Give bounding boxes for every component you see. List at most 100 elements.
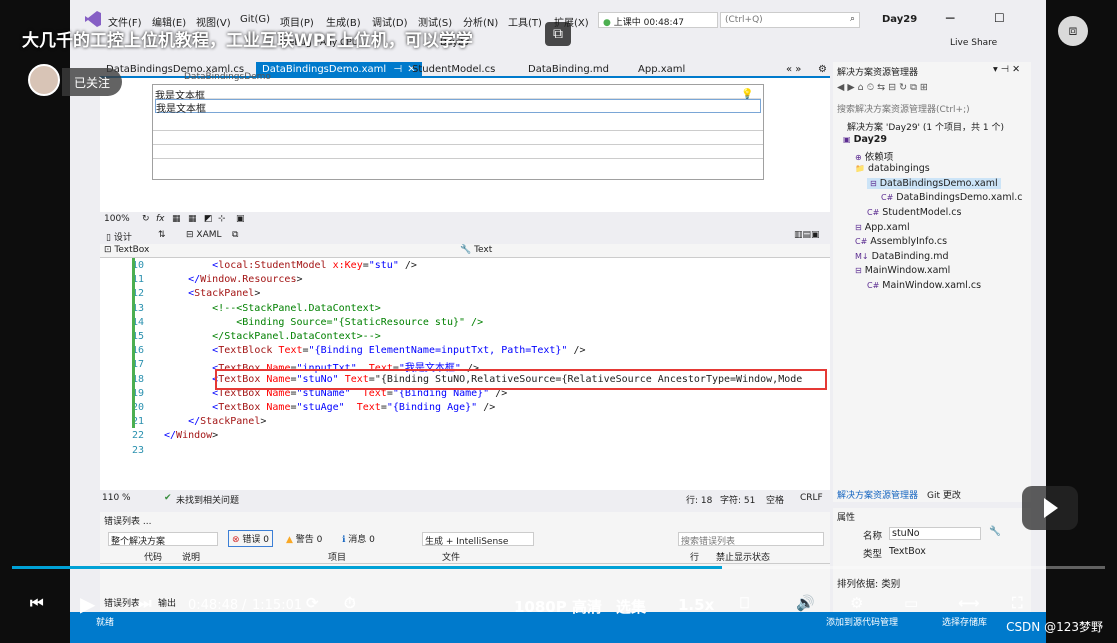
- col-line[interactable]: 行: [690, 550, 699, 563]
- solution-explorer-toolbar-icons[interactable]: ◀ ▶ ⌂ ⏲ ⇆ ⊟ ↻ ⧉ ⊞: [837, 82, 928, 93]
- errors-filter[interactable]: ⊗ 错误 0: [228, 530, 274, 547]
- warnings-filter[interactable]: ▲ 警告 0: [286, 532, 322, 545]
- speed-clock-icon[interactable]: ⏱: [344, 594, 356, 612]
- code-line[interactable]: <Binding Source="{StaticResource stu}" /…: [164, 317, 483, 328]
- split-view-icons[interactable]: ▥▤▣: [794, 230, 820, 240]
- volume-icon[interactable]: 🔊: [796, 594, 815, 612]
- view-switch-bar: ▯ 设计 ⇅ ⊟ XAML ⧉ ▥▤▣: [100, 228, 830, 244]
- align-icon[interactable]: ⊹: [218, 214, 226, 224]
- code-line[interactable]: <TextBlock Text="{Binding ElementName=in…: [164, 345, 585, 356]
- subtitle-icon[interactable]: ⎕: [740, 594, 749, 612]
- quality-button[interactable]: 1080P 高清: [514, 596, 602, 617]
- bottom-tab-git-changes[interactable]: Git 更改: [927, 488, 961, 501]
- solution-tree-item[interactable]: ⊟ MainWindow.xaml: [855, 265, 950, 276]
- episodes-button[interactable]: 选集: [616, 596, 646, 617]
- solution-tree-item[interactable]: ⊟ DataBindingsDemo.xaml: [867, 177, 1001, 189]
- search-box[interactable]: (Ctrl+Q) ⌕: [720, 12, 860, 28]
- solution-tree-item[interactable]: C# AssemblyInfo.cs: [855, 236, 947, 247]
- code-line[interactable]: <TextBox Name="stuAge" Text="{Binding Ag…: [164, 402, 495, 413]
- designer-textbox-row[interactable]: [153, 145, 763, 159]
- grid-icon[interactable]: ▦: [172, 214, 181, 224]
- solution-search-input[interactable]: 搜索解决方案资源管理器(Ctrl+;): [837, 102, 970, 115]
- code-line[interactable]: </StackPanel.DataContext>-->: [164, 331, 381, 342]
- loop-icon[interactable]: ⟳: [306, 594, 319, 612]
- designer-textblock[interactable]: 我是文本框: [155, 87, 761, 102]
- solution-tree-item[interactable]: M↓ DataBinding.md: [855, 251, 949, 262]
- design-tab[interactable]: ▯ 设计: [106, 230, 132, 243]
- code-line[interactable]: </Window>: [164, 430, 218, 441]
- xaml-tab[interactable]: ⊟ XAML: [186, 230, 222, 240]
- solution-tree-item[interactable]: 📁 databingings: [855, 163, 930, 174]
- minimize-button[interactable]: ─: [946, 11, 954, 27]
- eol-indicator: CRLF: [800, 493, 823, 503]
- col-file[interactable]: 文件: [442, 550, 460, 563]
- tab-studentmodel-cs[interactable]: StudentModel.cs: [406, 62, 501, 78]
- designer-textbox-row[interactable]: [153, 131, 763, 145]
- solution-tree-item[interactable]: C# DataBindingsDemo.xaml.c: [881, 192, 1023, 203]
- play-button[interactable]: ▶: [80, 592, 95, 616]
- code-line[interactable]: <StackPanel>: [164, 288, 260, 299]
- property-name-label: 名称: [863, 531, 883, 542]
- col-description[interactable]: 说明: [182, 550, 200, 563]
- messages-filter[interactable]: ℹ 消息 0: [342, 532, 375, 545]
- code-line[interactable]: <local:StudentModel x:Key="stu" />: [164, 260, 417, 271]
- solution-tree-item[interactable]: C# MainWindow.xaml.cs: [867, 280, 981, 291]
- wrench-icon[interactable]: 🔧: [989, 526, 1001, 537]
- solution-tree-item[interactable]: ⊕ 依赖项: [855, 149, 893, 163]
- screenshot-icon[interactable]: ⧈: [1058, 16, 1088, 46]
- play-overlay-button[interactable]: [1022, 486, 1078, 530]
- settings-icon[interactable]: ⚙: [850, 594, 863, 612]
- avatar[interactable]: [28, 64, 60, 96]
- tab-overflow-icon[interactable]: « »: [780, 62, 807, 78]
- refresh-icon[interactable]: ↻: [142, 214, 150, 224]
- col-project[interactable]: 项目: [328, 550, 346, 563]
- error-search-input[interactable]: 搜索错误列表: [678, 532, 824, 547]
- popout-icon[interactable]: ⧉: [232, 230, 238, 240]
- tab-pin-icon[interactable]: ⊣: [393, 64, 402, 75]
- speed-button[interactable]: 1.5x: [678, 596, 714, 614]
- menu-tools[interactable]: 工具(T): [508, 14, 542, 29]
- tab-databinding-md[interactable]: DataBinding.md: [522, 62, 615, 78]
- follow-button[interactable]: 已关注: [62, 68, 122, 96]
- tab-active-label: DataBindingsDemo.xaml: [262, 64, 387, 75]
- solution-tree-item[interactable]: C# StudentModel.cs: [867, 207, 961, 218]
- tab-databindingsdemo-xaml[interactable]: DataBindingsDemo.xaml ⊣ ✕: [256, 62, 422, 78]
- solution-tree-item[interactable]: ⊟ App.xaml: [855, 222, 910, 233]
- zoom-dropdown[interactable]: 100%: [104, 214, 130, 224]
- menu-git[interactable]: Git(G): [240, 14, 270, 25]
- lightbulb-icon[interactable]: 💡: [741, 89, 753, 100]
- tab-app-xaml[interactable]: App.xaml: [632, 62, 691, 78]
- panel-close-icon[interactable]: ▾ ⊣ ✕: [993, 64, 1020, 75]
- grid-lines-icon[interactable]: ▦: [188, 214, 197, 224]
- next-icon[interactable]: ⏭: [138, 594, 152, 612]
- editor-zoom[interactable]: 110 %: [102, 493, 131, 503]
- widescreen-icon[interactable]: ⟷: [958, 594, 980, 612]
- scope-dropdown[interactable]: 整个解决方案: [108, 532, 218, 547]
- col-suppression[interactable]: 禁止显示状态: [716, 550, 770, 563]
- solution-root[interactable]: 解决方案 'Day29' (1 个项目，共 1 个): [847, 120, 1004, 133]
- previous-icon[interactable]: ⏮: [30, 594, 44, 612]
- fx-icon[interactable]: fx: [156, 214, 165, 224]
- code-line[interactable]: <!--<StackPanel.DataContext>: [164, 303, 381, 314]
- col-code[interactable]: 代码: [144, 550, 162, 563]
- designer-textbox-row[interactable]: [153, 117, 763, 131]
- designer-textbox[interactable]: 我是文本框: [155, 99, 761, 115]
- device-icon[interactable]: ▣: [236, 214, 245, 224]
- code-line[interactable]: </StackPanel>: [164, 416, 266, 427]
- solution-tree-item[interactable]: ▣ Day29: [843, 134, 887, 145]
- code-line[interactable]: </Window.Resources>: [164, 274, 302, 285]
- settings-gear-icon[interactable]: ⚙: [812, 62, 833, 78]
- property-name-input[interactable]: stuNo: [889, 527, 981, 540]
- designer-window-surface[interactable]: 我是文本框 我是文本框 💡: [152, 84, 764, 180]
- miniplayer-icon[interactable]: ▭: [904, 594, 918, 612]
- fullscreen-icon[interactable]: ⛶: [1012, 594, 1023, 612]
- maximize-button[interactable]: ☐: [994, 11, 1005, 25]
- build-filter-dropdown[interactable]: 生成 + IntelliSense: [422, 532, 534, 547]
- swap-icon[interactable]: ⇅: [158, 230, 166, 240]
- live-share-button[interactable]: Live Share: [950, 38, 997, 48]
- bottom-tab-solution-explorer[interactable]: 解决方案资源管理器: [837, 488, 918, 501]
- member-dropdown[interactable]: 🔧 Text: [460, 245, 492, 255]
- snap-icon[interactable]: ◩: [204, 214, 213, 224]
- element-dropdown[interactable]: ⊡ TextBox: [104, 245, 149, 255]
- pip-icon[interactable]: ⧉: [545, 22, 571, 46]
